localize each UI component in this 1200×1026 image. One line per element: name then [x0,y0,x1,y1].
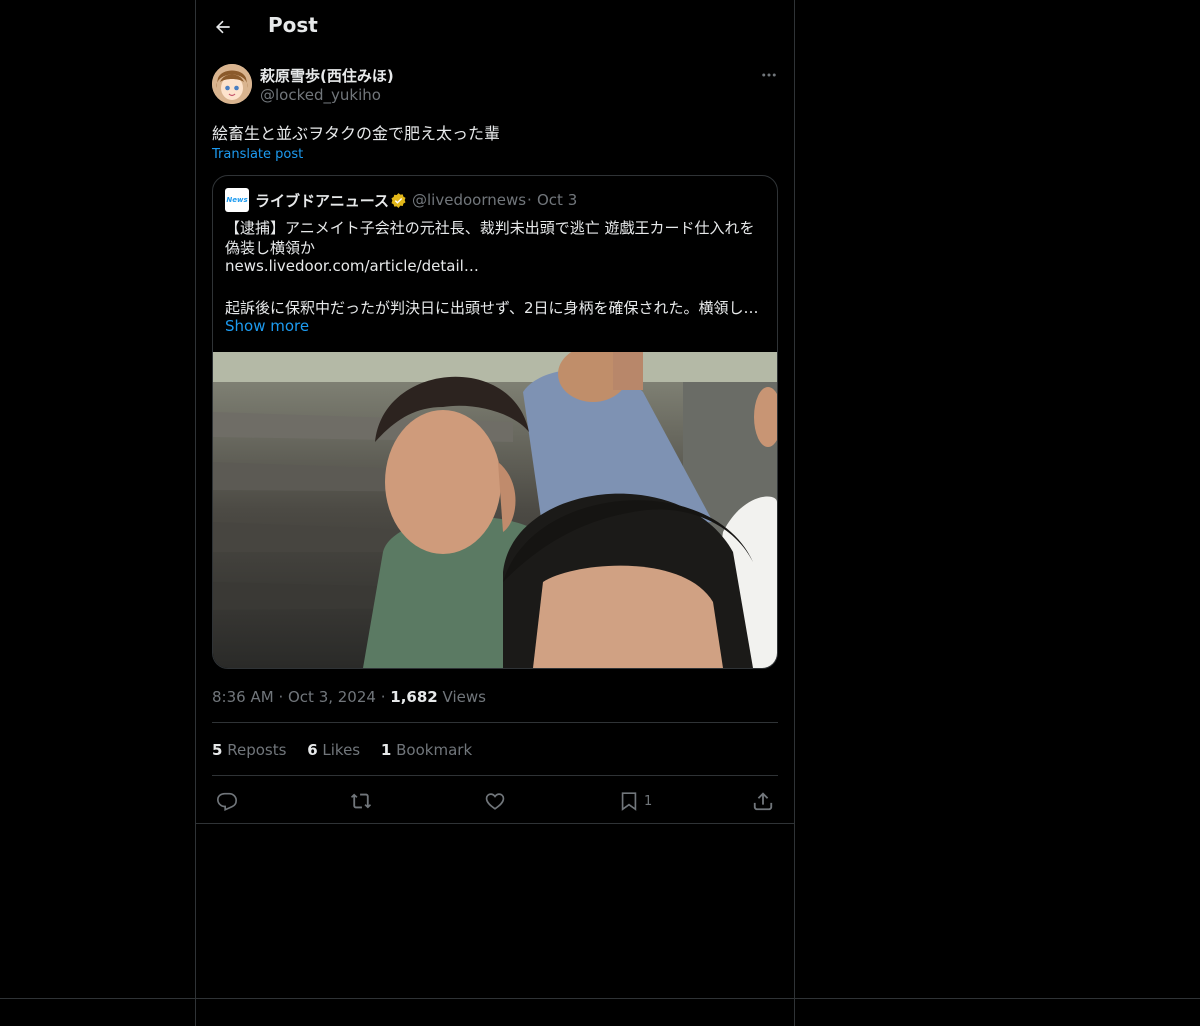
bookmarks-label: Bookmark [396,741,473,759]
likes-stat[interactable]: 6 Likes [307,741,360,759]
verified-badge-icon [391,193,406,208]
quote-link[interactable]: news.livedoor.com/article/detail… [225,257,479,275]
bookmarks-count: 1 [380,741,392,759]
translate-post-link[interactable]: Translate post [212,147,303,162]
reposts-stat[interactable]: 5 Reposts [212,741,286,759]
bookmark-icon [621,792,637,811]
bookmarks-stat[interactable]: 1 Bookmark [381,741,472,759]
page-title: Post [268,13,318,37]
quote-text-line: 起訴後に保釈中だったが判決日に出頭せず、2日に身柄を確保された。横領し… [225,299,759,317]
bookmark-button[interactable]: 1 [618,788,652,814]
reposts-label: Reposts [227,741,287,759]
like-icon [485,793,505,810]
show-more-link[interactable]: Show more [225,317,309,335]
more-button[interactable] [758,64,780,86]
post-text: 絵畜生と並ぶヲタクの金で肥え太った輩 [212,124,501,143]
quote-author-handle: @livedoornews [412,191,527,209]
divider [0,998,1200,999]
quote-separator: · [527,191,532,209]
reply-icon [217,792,237,811]
back-arrow-icon [216,20,230,34]
divider [196,823,794,824]
likes-label: Likes [322,741,361,759]
main-column: Post 萩原雪歩(西住みほ) @locked_yukiho 絵畜生と並ぶヲタク… [195,0,795,1026]
like-button[interactable] [484,788,506,814]
author-display-name[interactable]: 萩原雪歩(西住みほ) [260,65,394,86]
bookmark-count: 1 [644,793,653,809]
reposts-count: 5 [212,741,223,759]
repost-button[interactable] [350,788,372,814]
divider [212,775,778,776]
views-count: 1,682 [390,688,438,706]
quote-photo[interactable] [213,352,777,668]
engagement-stats: 5 Reposts 6 Likes 1 Bookmark [212,741,488,759]
quote-avatar: News [225,188,249,212]
author-handle[interactable]: @locked_yukiho [260,86,381,104]
likes-count: 6 [307,741,318,759]
more-icon [762,73,776,77]
share-icon [753,792,773,811]
quote-text-line: 【逮捕】アニメイト子会社の元社長、裁判未出頭で逃亡 遊戯王カード仕入れを [225,219,755,237]
share-button[interactable] [752,788,774,814]
divider [212,722,778,723]
quote-logo-text: News [226,196,248,204]
quote-date: Oct 3 [537,191,578,209]
meta-separator: · [380,688,391,706]
header: Post [196,0,794,53]
avatar-image [212,64,252,104]
post-meta: 8:36 AM · Oct 3, 2024 · 1,682 Views [212,688,486,706]
quote-text-line: 偽装し横領か [225,239,316,257]
post-date[interactable]: Oct 3, 2024 [288,688,376,706]
repost-icon [350,793,372,809]
avatar[interactable] [212,64,252,104]
post-time[interactable]: 8:36 AM [212,688,274,706]
quoted-post[interactable]: News ライブドアニュース @livedoornews · Oct 3 【逮捕… [212,175,778,669]
reply-button[interactable] [216,788,238,814]
quote-author-name: ライブドアニュース [255,192,389,210]
views-label: Views [442,688,486,706]
meta-separator: · [278,688,288,706]
back-button[interactable] [210,14,236,40]
